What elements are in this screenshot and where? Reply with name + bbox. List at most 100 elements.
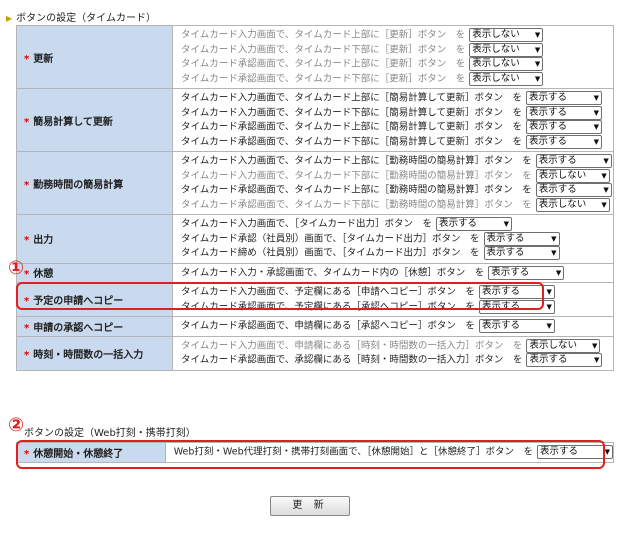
display-select[interactable]: 表示しない ▼ (469, 71, 544, 86)
setting-value-cell: タイムカード入力画面で、申請欄にある［時刻・時間数の一括入力］ボタン を表示しな… (172, 335, 614, 371)
setting-line: タイムカード承認画面で、タイムカード下部に［勤務時間の簡易計算］ボタン を表示し… (181, 197, 613, 213)
display-select[interactable]: 表示する ▼ (525, 120, 602, 134)
display-select[interactable]: 表示しない ▼ (469, 42, 544, 57)
display-select[interactable]: 表示する ▼ (483, 231, 560, 246)
chevron-down-icon: ▼ (593, 108, 599, 117)
chevron-down-icon: ▼ (594, 356, 600, 364)
setting-description: タイムカード入力画面で、申請欄にある［時刻・時間数の一括入力］ボタン を (181, 340, 523, 351)
chevron-down-icon: ▼ (555, 268, 562, 277)
setting-description: タイムカード承認（社員別）画面で、［タイムカード出力］ボタン を (181, 233, 480, 244)
display-select[interactable]: 表示する ▼ (535, 183, 612, 197)
display-select[interactable]: 表示しない ▼ (535, 197, 610, 212)
display-select[interactable]: 表示する ▼ (525, 105, 602, 120)
setting-value-cell: タイムカード入力画面で、［タイムカード出力］ボタン を表示する ▼ タイムカード承認… (172, 214, 614, 264)
chevron-down-icon: ▼ (534, 74, 541, 83)
annotation-number-1: ① (8, 257, 25, 279)
chevron-down-icon: ▼ (534, 60, 541, 68)
setting-description: タイムカード承認画面で、タイムカード上部に［簡易計算して更新］ボタン を (181, 121, 522, 133)
update-button[interactable]: 更 新 (270, 496, 350, 516)
select-value: 表示する (486, 232, 525, 244)
display-select[interactable]: 表示する ▼ (478, 319, 555, 333)
setting-value-cell: タイムカード入力画面で、タイムカード上部に［更新］ボタン を表示しない ▼ タイムカ… (172, 25, 614, 89)
setting-line: タイムカード承認画面で、タイムカード上部に［更新］ボタン を表示しない ▼ (181, 57, 613, 72)
setting-description: タイムカード入力画面で、タイムカード上部に［更新］ボタン を (181, 29, 466, 41)
select-value: 表示する (528, 135, 567, 147)
setting-label-cell: * 出力 (16, 214, 173, 264)
select-value: 表示する (491, 266, 530, 278)
setting-description: タイムカード入力画面で、タイムカード下部に［簡易計算して更新］ボタン を (181, 107, 522, 118)
setting-label-cell: * 勤務時間の簡易計算 (16, 151, 173, 215)
setting-label: 更新 (33, 53, 54, 65)
chevron-down-icon: ▼ (601, 171, 607, 180)
setting-line: タイムカード入力画面で、タイムカード上部に［簡易計算して更新］ボタン を表示する… (181, 91, 613, 106)
display-select[interactable]: 表示する ▼ (526, 353, 603, 367)
required-star: * (24, 322, 30, 334)
display-select[interactable]: 表示する ▼ (525, 91, 602, 105)
chevron-down-icon: ▼ (603, 157, 609, 165)
triangle-icon: ▶ (6, 14, 13, 23)
setting-description: タイムカード入力画面で、タイムカード上部に［勤務時間の簡易計算］ボタン を (181, 155, 532, 167)
setting-line: タイムカード入力・承認画面で、タイムカード内の［休憩］ボタン を表示する ▼ (181, 265, 613, 281)
setting-line: タイムカード入力画面で、申請欄にある［時刻・時間数の一括入力］ボタン を表示しな… (181, 338, 613, 354)
highlight-box-1 (16, 282, 544, 310)
display-select[interactable]: 表示する ▼ (535, 154, 612, 168)
chevron-down-icon: ▼ (546, 302, 552, 311)
setting-label: 申請の承認へコピー (33, 322, 124, 334)
required-star: * (24, 53, 30, 65)
select-value: 表示する (481, 320, 520, 331)
setting-value-cell: タイムカード入力・承認画面で、タイムカード内の［休憩］ボタン を表示する ▼ (172, 262, 614, 283)
display-select[interactable]: 表示する ▼ (525, 134, 602, 149)
chevron-down-icon: ▼ (551, 249, 557, 257)
chevron-down-icon: ▼ (534, 45, 541, 54)
setting-description: タイムカード入力・承認画面で、タイムカード内の［休憩］ボタン を (181, 267, 485, 278)
setting-line: タイムカード入力画面で、タイムカード下部に［勤務時間の簡易計算］ボタン を表示し… (181, 168, 613, 184)
setting-label-cell: * 申請の承認へコピー (16, 316, 173, 337)
chevron-down-icon: ▼ (593, 123, 599, 131)
setting-line: タイムカード承認（社員別）画面で、［タイムカード出力］ボタン を表示する ▼ (181, 231, 613, 247)
annotation-number-2: ② (8, 414, 25, 436)
setting-description: タイムカード締め（社員別）画面で、［タイムカード出力］ボタン を (181, 247, 480, 259)
display-select[interactable]: 表示する ▼ (483, 246, 560, 260)
display-select[interactable]: 表示しない ▼ (469, 57, 544, 71)
setting-description: タイムカード入力画面で、タイムカード下部に［勤務時間の簡易計算］ボタン を (181, 170, 532, 181)
setting-row: * 休憩 タイムカード入力・承認画面で、タイムカード内の［休憩］ボタン を表示する ▼ (16, 262, 614, 283)
setting-line: タイムカード承認画面で、申請欄にある［承認へコピー］ボタン を表示する ▼ (181, 319, 613, 334)
setting-line: タイムカード承認画面で、承認欄にある［時刻・時間数の一括入力］ボタン を表示する… (181, 353, 613, 368)
highlight-box-2 (16, 440, 605, 469)
setting-label: 休憩 (33, 269, 54, 281)
display-select[interactable]: 表示する ▼ (488, 265, 565, 280)
timecard-button-table: * 更新 タイムカード入力画面で、タイムカード上部に［更新］ボタン を表示しない ▼ タ… (16, 25, 614, 371)
required-star: * (24, 116, 30, 128)
select-value: 表示する (528, 106, 567, 118)
display-select[interactable]: 表示しない ▼ (535, 168, 610, 183)
chevron-down-icon: ▼ (534, 31, 541, 39)
select-value: 表示する (528, 121, 567, 132)
setting-row: * 時刻・時間数の一括入力 タイムカード入力画面で、申請欄にある［時刻・時間数の一括… (16, 335, 614, 371)
setting-line: タイムカード入力画面で、［タイムカード出力］ボタン を表示する ▼ (181, 217, 613, 232)
select-value: 表示する (538, 155, 577, 166)
setting-line: タイムカード入力画面で、タイムカード上部に［更新］ボタン を表示しない ▼ (181, 28, 613, 43)
setting-description: タイムカード入力画面で、タイムカード下部に［更新］ボタン を (181, 44, 466, 55)
setting-label-cell: * 時刻・時間数の一括入力 (16, 335, 173, 371)
select-value: 表示しない (529, 339, 577, 351)
chevron-down-icon: ▼ (601, 200, 607, 209)
required-star: * (24, 349, 30, 361)
select-value: 表示しない (472, 58, 520, 69)
display-select[interactable]: 表示しない ▼ (526, 338, 601, 353)
chevron-down-icon: ▼ (592, 341, 598, 350)
setting-label-cell: * 簡易計算して更新 (16, 88, 173, 152)
select-value: 表示する (538, 184, 577, 195)
required-star: * (24, 269, 30, 281)
setting-description: タイムカード承認画面で、タイムカード下部に［更新］ボタン を (181, 73, 466, 84)
display-select[interactable]: 表示する ▼ (436, 217, 512, 231)
setting-line: タイムカード入力画面で、タイムカード下部に［更新］ボタン を表示しない ▼ (181, 42, 613, 58)
select-value: 表示しない (538, 198, 587, 210)
chevron-down-icon: ▼ (546, 322, 552, 330)
chevron-down-icon: ▼ (604, 448, 610, 456)
section1-title: ▶ ボタンの設定（タイムカード） (6, 13, 156, 24)
setting-value-cell: タイムカード承認画面で、申請欄にある［承認へコピー］ボタン を表示する ▼ (172, 316, 614, 337)
select-value: 表示しない (472, 72, 520, 84)
setting-description: タイムカード承認画面で、タイムカード上部に［更新］ボタン を (181, 58, 466, 70)
setting-line: タイムカード入力画面で、タイムカード下部に［簡易計算して更新］ボタン を表示する… (181, 105, 613, 121)
display-select[interactable]: 表示しない ▼ (469, 28, 544, 42)
